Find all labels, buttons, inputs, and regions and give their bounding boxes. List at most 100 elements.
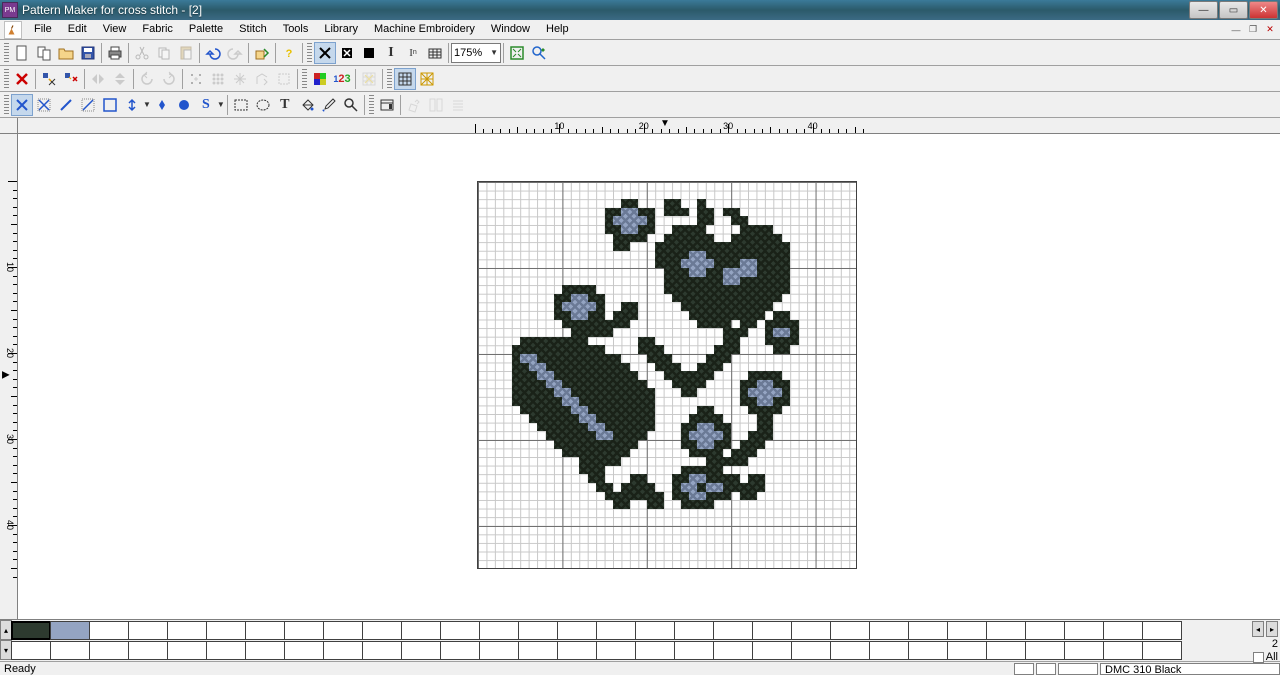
palette-swatch[interactable]	[635, 621, 675, 640]
bead-button[interactable]	[173, 94, 195, 116]
toolbar-grip[interactable]	[387, 69, 392, 89]
design-canvas[interactable]	[18, 134, 1280, 619]
open-file-button[interactable]	[55, 42, 77, 64]
view-stitches-button[interactable]	[314, 42, 336, 64]
help-button[interactable]: ?	[278, 42, 300, 64]
quarter-stitch-button[interactable]	[99, 94, 121, 116]
toolbar-grip[interactable]	[369, 95, 374, 115]
menu-stitch[interactable]: Stitch	[231, 20, 275, 39]
flip-v-button[interactable]	[109, 68, 131, 90]
palette-swatch[interactable]	[596, 641, 636, 660]
palette-swatch[interactable]	[245, 641, 285, 660]
palette-swatch[interactable]	[479, 621, 519, 640]
mdi-minimize-button[interactable]: —	[1228, 23, 1244, 37]
palette-numbers-button[interactable]: 123	[331, 68, 353, 90]
palette-swatch[interactable]	[752, 621, 792, 640]
menu-machine-embroidery[interactable]: Machine Embroidery	[366, 20, 483, 39]
toolbar-grip[interactable]	[302, 69, 307, 89]
palette-swatch[interactable]	[440, 641, 480, 660]
new-wizard-button[interactable]	[33, 42, 55, 64]
fill-tool-button[interactable]	[296, 94, 318, 116]
palette-swatch[interactable]	[167, 621, 207, 640]
export-button[interactable]	[251, 42, 273, 64]
show-overlay-button[interactable]	[416, 68, 438, 90]
palette-left-button[interactable]: ◂	[1252, 621, 1264, 637]
palette-swatch[interactable]	[674, 621, 714, 640]
palette-swatch[interactable]	[908, 641, 948, 660]
palette-swatch[interactable]	[518, 621, 558, 640]
palette-swatch[interactable]	[11, 621, 51, 640]
palette-swatch[interactable]	[440, 621, 480, 640]
palette-swatch[interactable]	[1142, 641, 1182, 660]
layout-edit-button[interactable]	[403, 94, 425, 116]
palette-swatch[interactable]	[947, 641, 987, 660]
redo-button[interactable]	[224, 42, 246, 64]
palette-swatch[interactable]	[128, 621, 168, 640]
view-symbols-button[interactable]	[336, 42, 358, 64]
menu-palette[interactable]: Palette	[181, 20, 231, 39]
centerx-button[interactable]	[60, 68, 82, 90]
delete-stitch-button[interactable]	[11, 68, 33, 90]
palette-swatch[interactable]	[11, 641, 51, 660]
palette-swatch[interactable]	[50, 641, 90, 660]
view-info-button[interactable]: I	[380, 42, 402, 64]
palette-swatch[interactable]	[791, 621, 831, 640]
palette-swatch[interactable]	[752, 641, 792, 660]
view-info2-button[interactable]: In	[402, 42, 424, 64]
menu-window[interactable]: Window	[483, 20, 538, 39]
menu-fabric[interactable]: Fabric	[134, 20, 181, 39]
layout-list-button[interactable]	[447, 94, 469, 116]
palette-swatch[interactable]	[323, 641, 363, 660]
palette-right-button[interactable]: ▸	[1266, 621, 1278, 637]
palette-swatch[interactable]	[869, 621, 909, 640]
toolbar-grip[interactable]	[307, 43, 312, 63]
goto-button[interactable]	[251, 68, 273, 90]
new-file-button[interactable]	[11, 42, 33, 64]
palette-swatch[interactable]	[596, 621, 636, 640]
palette-swatch[interactable]	[713, 621, 753, 640]
toolbar-grip[interactable]	[4, 69, 9, 89]
palette-swatch[interactable]	[323, 621, 363, 640]
palette-swatch[interactable]	[869, 641, 909, 660]
palette-swatch[interactable]	[245, 621, 285, 640]
palette-swatch[interactable]	[986, 641, 1026, 660]
close-button[interactable]: ✕	[1249, 1, 1278, 19]
center-button[interactable]	[38, 68, 60, 90]
toolbar-grip[interactable]	[4, 95, 9, 115]
mdi-close-button[interactable]: ✕	[1262, 23, 1278, 37]
zoom-combo[interactable]: 175%▼	[451, 43, 501, 63]
palette-swatch[interactable]	[89, 641, 129, 660]
palette-swatch[interactable]	[830, 621, 870, 640]
palette-swatch[interactable]	[1103, 641, 1143, 660]
expand-dots-button[interactable]	[185, 68, 207, 90]
palette-swatch[interactable]	[713, 641, 753, 660]
full-stitch-button[interactable]	[11, 94, 33, 116]
layout-button[interactable]	[376, 94, 398, 116]
palette-swatch[interactable]	[908, 621, 948, 640]
palette-swatch[interactable]	[1103, 621, 1143, 640]
grid-highlight-button[interactable]	[358, 68, 380, 90]
print-button[interactable]	[104, 42, 126, 64]
palette-swatch[interactable]	[479, 641, 519, 660]
back-stitch1-button[interactable]	[55, 94, 77, 116]
tile-button[interactable]	[207, 68, 229, 90]
view-solid-button[interactable]	[358, 42, 380, 64]
minimize-button[interactable]: —	[1189, 1, 1218, 19]
palette-swatch[interactable]	[635, 641, 675, 660]
layout-cols-button[interactable]	[425, 94, 447, 116]
show-grid-button[interactable]	[394, 68, 416, 90]
zoom-tool-button[interactable]	[340, 94, 362, 116]
palette-swatch[interactable]	[674, 641, 714, 660]
menu-help[interactable]: Help	[538, 20, 577, 39]
menu-edit[interactable]: Edit	[60, 20, 95, 39]
palette-swatch[interactable]	[206, 641, 246, 660]
maximize-button[interactable]: ▭	[1219, 1, 1248, 19]
copy-button[interactable]	[153, 42, 175, 64]
back-stitch2-button[interactable]	[77, 94, 99, 116]
palette-swatch[interactable]	[986, 621, 1026, 640]
palette-swatch[interactable]	[284, 641, 324, 660]
palette-swatch[interactable]	[1064, 641, 1104, 660]
palette-swatch[interactable]	[401, 621, 441, 640]
rotate-cw-button[interactable]	[158, 68, 180, 90]
palette-swatch[interactable]	[284, 621, 324, 640]
